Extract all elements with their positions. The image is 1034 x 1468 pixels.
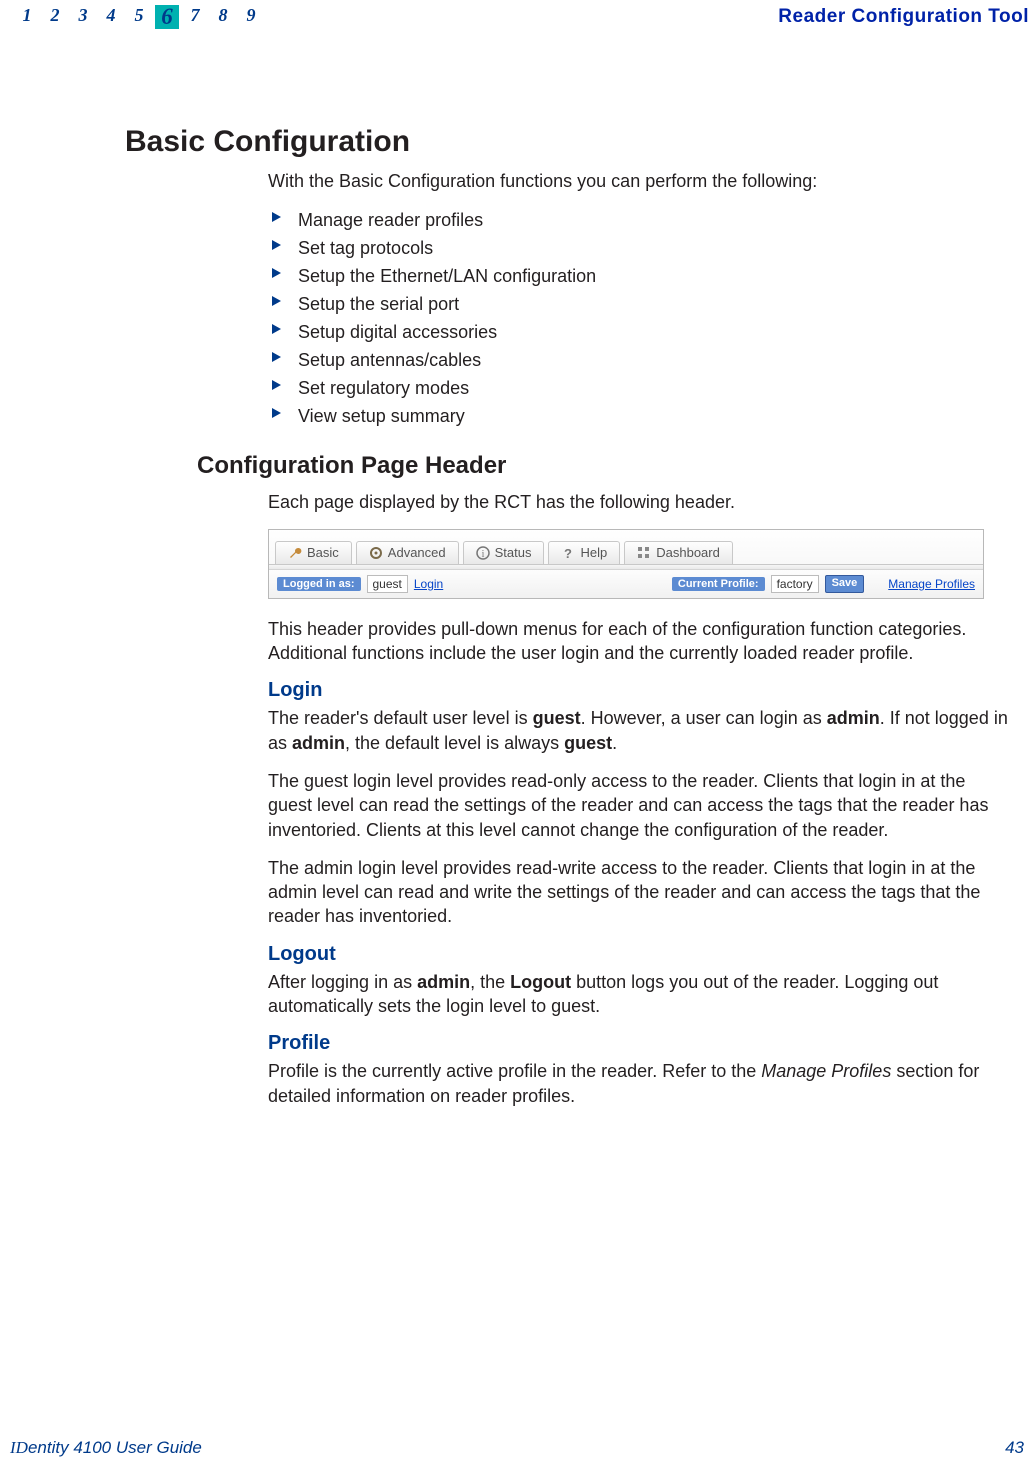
chevron-right-icon [272, 408, 282, 418]
chapter-num-9: 9 [239, 5, 263, 29]
chapter-num-8: 8 [211, 5, 235, 29]
footer-left: IDentity 4100 User Guide [10, 1438, 202, 1458]
heading-config-page-header: Configuration Page Header [197, 452, 1009, 480]
list-item: Set regulatory modes [268, 375, 1009, 403]
list-item: Setup the serial port [268, 291, 1009, 319]
chevron-right-icon [272, 352, 282, 362]
chapter-number-strip: 1 2 3 4 5 6 7 8 9 [15, 5, 263, 29]
svg-text:?: ? [565, 546, 573, 560]
list-item: Manage reader profiles [268, 207, 1009, 235]
login-paragraph-3: The admin login level provides read-writ… [268, 856, 1009, 929]
list-item: Set tag protocols [268, 235, 1009, 263]
rct-header-screenshot: Basic Advanced i Status ? Help [268, 529, 984, 599]
tab-label: Help [580, 545, 607, 560]
chapter-num-4: 4 [99, 5, 123, 29]
manage-profiles-link[interactable]: Manage Profiles [888, 577, 975, 591]
page-number: 43 [1005, 1438, 1024, 1458]
list-item-label: Set tag protocols [298, 238, 433, 258]
chevron-right-icon [272, 380, 282, 390]
document-title: Reader Configuration Tool [778, 6, 1029, 28]
svg-text:i: i [481, 549, 484, 560]
chevron-right-icon [272, 324, 282, 334]
chevron-right-icon [272, 212, 282, 222]
tab-label: Status [495, 545, 532, 560]
heading-basic-configuration: Basic Configuration [125, 125, 1009, 159]
list-item-label: Set regulatory modes [298, 378, 469, 398]
chapter-num-7: 7 [183, 5, 207, 29]
tab-status[interactable]: i Status [463, 541, 545, 564]
list-item-label: Setup the Ethernet/LAN configuration [298, 266, 596, 286]
tab-advanced[interactable]: Advanced [356, 541, 459, 564]
logged-in-user: guest [367, 575, 408, 593]
grid-icon [637, 546, 651, 560]
header-intro-paragraph: Each page displayed by the RCT has the f… [268, 490, 1009, 514]
login-paragraph-1: The reader's default user level is guest… [268, 706, 1009, 755]
list-item-label: Setup digital accessories [298, 322, 497, 342]
info-icon: i [476, 546, 490, 560]
tab-label: Dashboard [656, 545, 720, 560]
tab-help[interactable]: ? Help [548, 541, 620, 564]
screenshot-tab-row: Basic Advanced i Status ? Help [269, 530, 983, 564]
list-item: View setup summary [268, 403, 1009, 431]
chapter-num-6-current: 6 [155, 5, 179, 29]
heading-profile: Profile [268, 1032, 1009, 1055]
current-profile-label: Current Profile: [672, 577, 765, 591]
list-item-label: View setup summary [298, 406, 465, 426]
page-header: 1 2 3 4 5 6 7 8 9 Reader Configuration T… [0, 2, 1034, 32]
logged-in-label: Logged in as: [277, 577, 361, 591]
heading-logout: Logout [268, 943, 1009, 966]
wrench-icon [288, 546, 302, 560]
screenshot-status-row: Logged in as: guest Login Current Profil… [269, 570, 983, 598]
list-item: Setup the Ethernet/LAN configuration [268, 263, 1009, 291]
list-item: Setup antennas/cables [268, 347, 1009, 375]
login-link[interactable]: Login [414, 577, 443, 591]
list-item-label: Manage reader profiles [298, 210, 483, 230]
logout-paragraph: After logging in as admin, the Logout bu… [268, 970, 1009, 1019]
chapter-num-1: 1 [15, 5, 39, 29]
save-button[interactable]: Save [825, 575, 865, 593]
login-paragraph-2: The guest login level provides read-only… [268, 769, 1009, 842]
header-description-paragraph: This header provides pull-down menus for… [268, 617, 1009, 666]
chevron-right-icon [272, 268, 282, 278]
profile-paragraph: Profile is the currently active profile … [268, 1059, 1009, 1108]
list-item: Setup digital accessories [268, 319, 1009, 347]
chapter-num-5: 5 [127, 5, 151, 29]
intro-paragraph: With the Basic Configuration functions y… [268, 169, 1009, 193]
tab-label: Basic [307, 545, 339, 560]
feature-list: Manage reader profiles Set tag protocols… [268, 207, 1009, 430]
list-item-label: Setup the serial port [298, 294, 459, 314]
chapter-num-3: 3 [71, 5, 95, 29]
chapter-num-2: 2 [43, 5, 67, 29]
chevron-right-icon [272, 240, 282, 250]
chevron-right-icon [272, 296, 282, 306]
heading-login: Login [268, 679, 1009, 702]
page-footer: IDentity 4100 User Guide 43 [10, 1438, 1024, 1458]
help-icon: ? [561, 546, 575, 560]
tab-label: Advanced [388, 545, 446, 560]
gear-icon [369, 546, 383, 560]
tab-dashboard[interactable]: Dashboard [624, 541, 733, 564]
current-profile-value: factory [771, 575, 819, 593]
tab-basic[interactable]: Basic [275, 541, 352, 564]
list-item-label: Setup antennas/cables [298, 350, 481, 370]
